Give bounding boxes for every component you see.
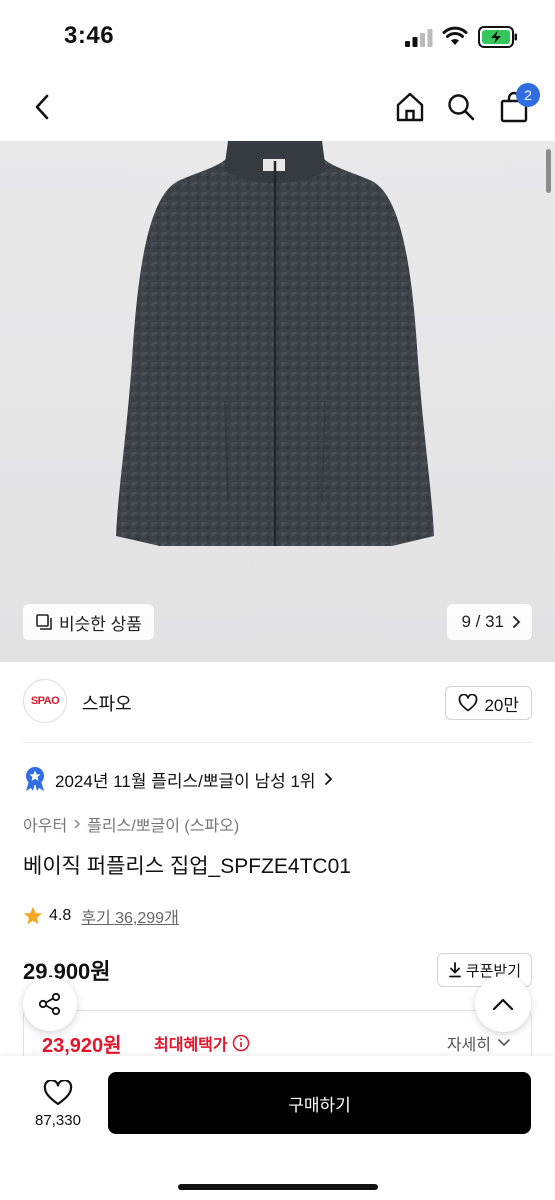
section-divider — [23, 742, 532, 743]
ranking-badge-icon — [26, 767, 44, 791]
max-benefit-label-group: 최대혜택가 — [154, 1031, 250, 1055]
brand-like-button[interactable]: 20만 — [445, 686, 532, 720]
ranking-link[interactable]: 2024년 11월 플리스/뽀글이 남성 1위 — [23, 763, 334, 795]
ranking-text: 2024년 11월 플리스/뽀글이 남성 1위 — [55, 771, 316, 791]
chevron-right-icon — [513, 616, 521, 628]
chevron-down-icon — [498, 1039, 510, 1047]
wishlist-count: 87,330 — [35, 1111, 81, 1129]
wishlist-button[interactable]: 87,330 — [22, 1072, 94, 1136]
benefit-detail-toggle[interactable]: 자세히 — [447, 1031, 511, 1055]
brand-logo[interactable]: SPAO — [23, 679, 67, 723]
search-icon — [448, 94, 475, 121]
breadcrumb-subcategory[interactable]: 플리스/뽀글이 (스파오) — [87, 812, 239, 836]
similar-products-button[interactable]: 비슷한 상품 — [23, 604, 154, 640]
buy-button[interactable]: 구매하기 — [108, 1072, 531, 1134]
review-count-link[interactable]: 후기 36,299개 — [81, 904, 179, 928]
rating-value: 4.8 — [49, 907, 72, 924]
cellular-signal-icon — [405, 29, 433, 47]
back-button[interactable] — [24, 87, 60, 127]
scroll-indicator — [546, 149, 551, 193]
home-indicator — [178, 1184, 378, 1190]
home-button[interactable] — [392, 87, 428, 127]
fleece-jacket-image — [116, 141, 434, 546]
star-icon — [24, 907, 42, 925]
bottom-action-bar: 87,330 구매하기 — [0, 1056, 555, 1200]
chevron-right-icon — [324, 773, 332, 785]
brand-name[interactable]: 스파오 — [82, 690, 132, 716]
info-icon[interactable] — [232, 1034, 250, 1052]
product-title: 베이직 퍼플리스 집업_SPFZE4TC01 — [23, 855, 351, 878]
benefit-detail-label: 자세히 — [446, 1037, 491, 1054]
heart-icon — [43, 1079, 73, 1105]
wifi-icon — [442, 26, 468, 45]
share-icon — [38, 992, 61, 1016]
home-icon — [396, 92, 424, 122]
category-breadcrumb: 아우터 플리스/뽀글이 (스파오) — [23, 812, 239, 836]
battery-charging-icon — [478, 26, 517, 48]
heart-icon — [459, 694, 478, 712]
breadcrumb-category[interactable]: 아우터 — [23, 812, 67, 836]
max-benefit-price: 23,920원 — [42, 1035, 122, 1057]
brand-row[interactable]: SPAO 스파오 20만 — [0, 662, 555, 742]
brand-like-count: 20만 — [484, 695, 519, 715]
product-image-carousel[interactable]: 비슷한 상품 9 / 31 — [0, 141, 555, 662]
max-benefit-label: 최대혜택가 — [154, 1037, 228, 1054]
chevron-left-icon — [35, 94, 49, 120]
similar-products-label: 비슷한 상품 — [59, 614, 142, 634]
similar-products-icon — [36, 614, 52, 630]
image-page-indicator[interactable]: 9 / 31 — [447, 604, 532, 640]
download-icon — [448, 962, 461, 978]
chevron-up-icon — [492, 998, 514, 1011]
cart-button[interactable]: 2 — [494, 83, 540, 127]
rating-row[interactable]: 4.8 후기 36,299개 — [23, 904, 179, 928]
status-bar: 3:46 — [0, 0, 555, 75]
image-page-text: 9 / 31 — [461, 612, 504, 631]
chevron-right-icon — [74, 819, 81, 829]
top-nav-bar: 2 — [0, 75, 555, 141]
search-button[interactable] — [443, 87, 479, 127]
status-time: 3:46 — [64, 22, 115, 49]
cart-count-badge: 2 — [516, 83, 540, 107]
share-button[interactable] — [23, 977, 77, 1031]
scroll-to-top-button[interactable] — [475, 976, 531, 1032]
